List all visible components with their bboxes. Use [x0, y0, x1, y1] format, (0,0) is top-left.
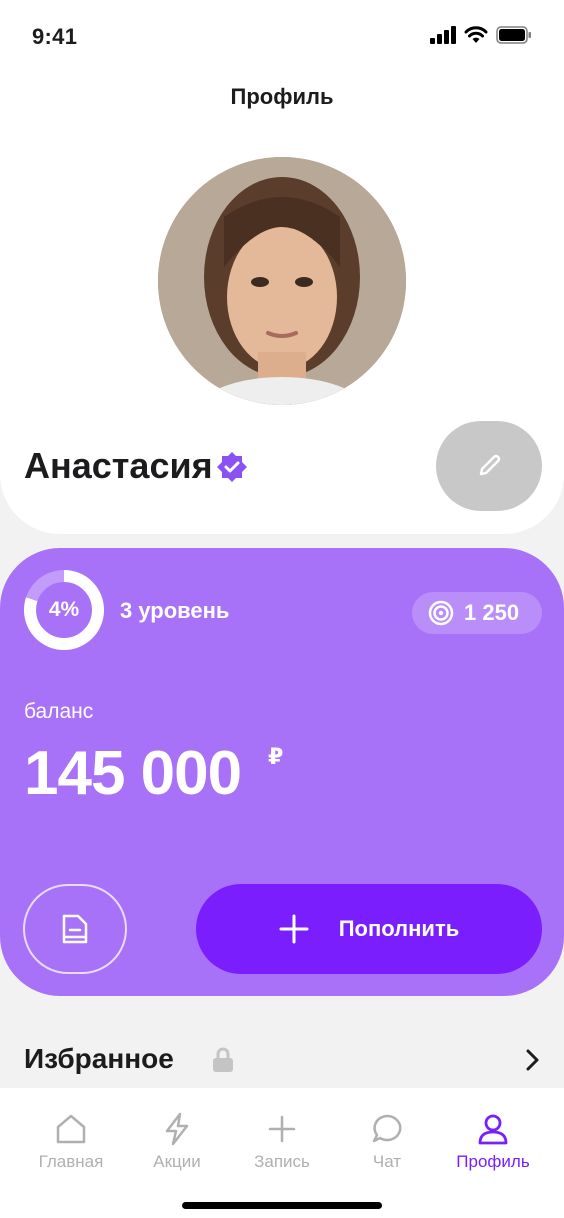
plus-icon: [268, 1115, 296, 1143]
lock-icon: [213, 1047, 233, 1072]
spiral-coin-icon: [428, 600, 454, 626]
plus-icon: [279, 914, 309, 944]
topup-button[interactable]: Пополнить: [196, 884, 542, 974]
edit-profile-button[interactable]: [436, 421, 542, 511]
status-bar: 9:41: [0, 0, 564, 76]
document-icon: [62, 914, 88, 944]
points-badge[interactable]: 1 250: [412, 592, 542, 634]
profile-header-card: 9:41 Профиль Анастасия: [0, 0, 564, 534]
home-icon: [56, 1114, 86, 1144]
favorites-title[interactable]: Избранное: [24, 1043, 174, 1075]
status-icons: [430, 26, 532, 44]
tab-label-profile: Профиль: [456, 1152, 530, 1171]
person-icon: [478, 1114, 508, 1145]
history-button[interactable]: [23, 884, 127, 974]
cellular-signal-icon: [430, 26, 456, 44]
pencil-icon: [479, 454, 501, 476]
page-title: Профиль: [230, 84, 334, 109]
tab-promotions[interactable]: Акции: [122, 1112, 232, 1182]
chat-icon: [372, 1114, 402, 1143]
lightning-icon: [165, 1112, 189, 1146]
tab-bar: Главная Акции Запись Чат Профиль: [0, 1088, 564, 1218]
wifi-icon: [464, 26, 488, 43]
home-indicator: [182, 1202, 382, 1209]
tab-label-promotions: Акции: [153, 1152, 201, 1171]
level-label: 3 уровень: [120, 598, 230, 623]
currency-symbol: ₽: [268, 744, 284, 769]
user-photo-icon: [158, 157, 406, 405]
tab-home[interactable]: Главная: [16, 1112, 126, 1182]
level-percent: 4%: [48, 598, 80, 621]
balance-label: баланс: [24, 700, 94, 723]
status-time: 9:41: [32, 24, 78, 49]
tab-label-booking: Запись: [254, 1152, 310, 1171]
user-name: Анастасия: [24, 445, 213, 486]
tab-label-chat: Чат: [372, 1152, 402, 1171]
tab-booking[interactable]: Запись: [227, 1112, 337, 1182]
chevron-right-icon[interactable]: [522, 1048, 542, 1072]
topup-label: Пополнить: [338, 916, 460, 941]
avatar[interactable]: [158, 157, 406, 405]
tab-chat[interactable]: Чат: [332, 1112, 442, 1182]
tab-label-home: Главная: [38, 1152, 104, 1171]
points-value: 1 250: [464, 600, 520, 625]
balance-card: 4% 3 уровень 1 250 баланс 145 000 ₽ Попо…: [0, 548, 564, 996]
verified-badge-icon: [217, 452, 247, 482]
battery-icon: [496, 26, 531, 44]
tab-profile[interactable]: Профиль: [438, 1112, 548, 1182]
balance-amount: 145 000: [24, 739, 242, 808]
